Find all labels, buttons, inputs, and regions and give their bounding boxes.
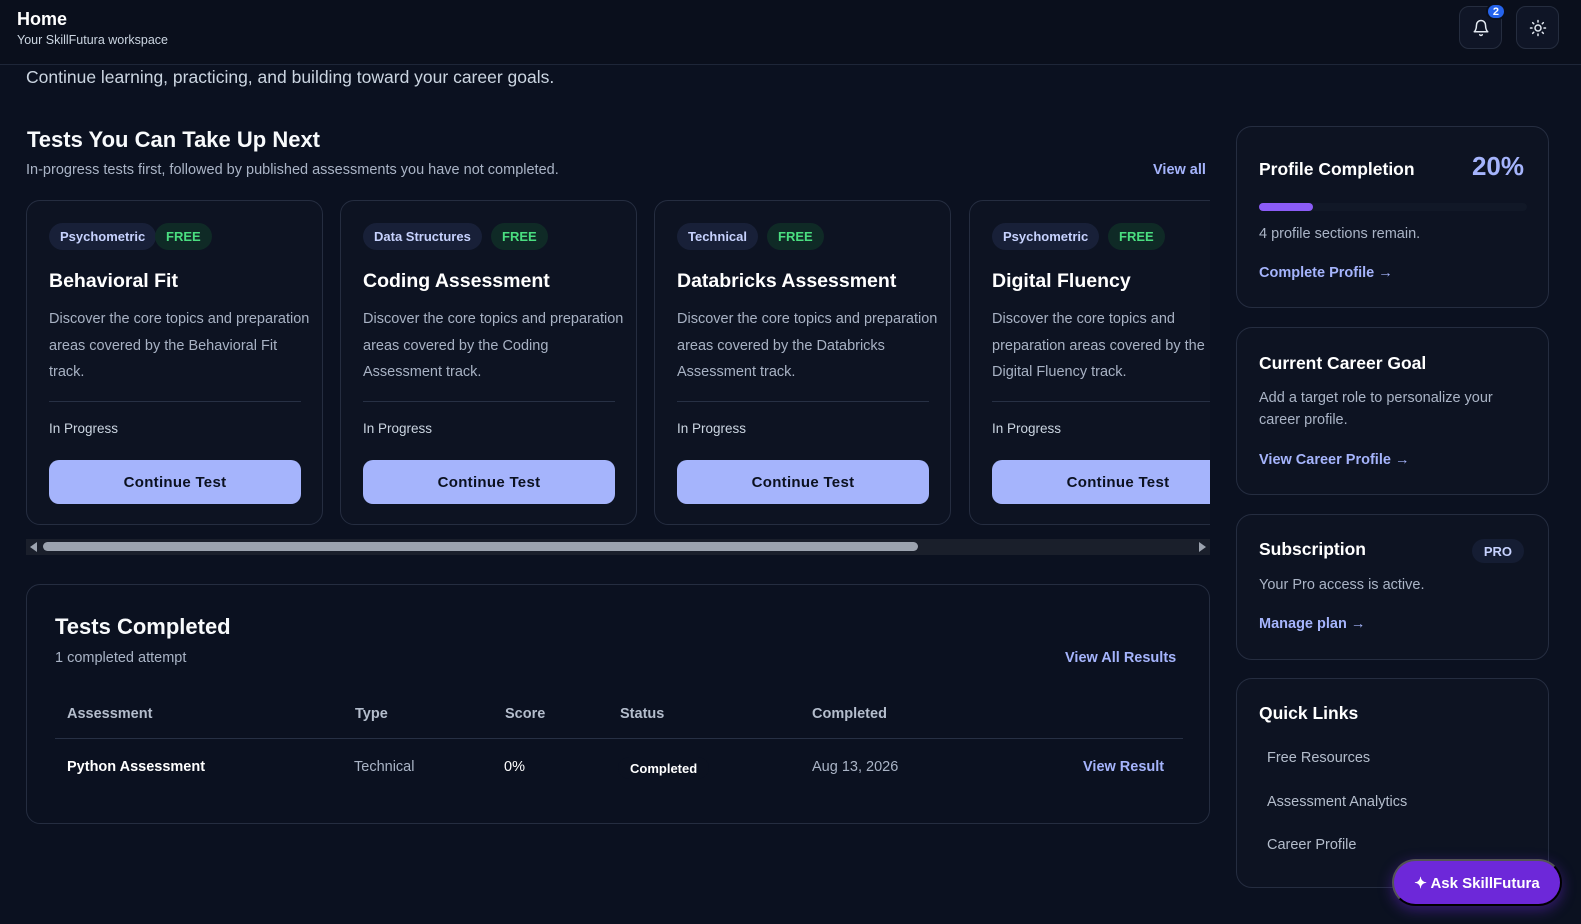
complete-profile-link[interactable]: Complete Profile →: [1259, 265, 1393, 281]
status-badge: Completed: [618, 757, 710, 779]
assessment-type: Technical: [354, 759, 415, 775]
category-tag: Technical: [677, 223, 759, 250]
category-tag: Data Structures: [363, 223, 482, 250]
career-goal-text: Add a target role to personalize your ca…: [1259, 390, 1493, 428]
subscription-title: Subscription: [1259, 539, 1366, 559]
profile-completion-percent: 20%: [1471, 151, 1524, 181]
profile-completion-title: Profile Completion: [1259, 159, 1415, 179]
subscription-panel: Subscription PRO Your Pro access is acti…: [1236, 514, 1549, 660]
test-status: In Progress: [992, 421, 1062, 436]
test-card-description: Discover the core topics and preparation…: [992, 311, 1205, 380]
profile-completion-panel: Profile Completion 20% 4 profile section…: [1236, 126, 1549, 308]
continue-test-button[interactable]: Continue Test: [677, 460, 929, 504]
divider: [49, 401, 301, 402]
ask-skillfutura-button[interactable]: ✦ Ask SkillFutura: [1392, 859, 1562, 906]
view-career-profile-link[interactable]: View Career Profile →: [1259, 452, 1409, 468]
intro-text: Continue learning, practicing, and build…: [26, 67, 555, 87]
top-bar: Home Your SkillFutura workspace 2: [0, 0, 1581, 65]
completed-date: Aug 13, 2026: [812, 759, 899, 775]
theme-toggle-button[interactable]: [1516, 6, 1559, 49]
free-tag: FREE: [491, 223, 548, 250]
category-tag: Psychometric: [992, 223, 1100, 250]
test-card-title: Databricks Assessment: [677, 270, 897, 292]
quick-link-career-profile[interactable]: Career Profile: [1267, 837, 1356, 853]
column-header-score: Score: [505, 706, 546, 722]
divider: [363, 401, 615, 402]
quick-links-title: Quick Links: [1259, 703, 1359, 723]
quick-link-assessment-analytics[interactable]: Assessment Analytics: [1267, 794, 1407, 810]
profile-progress-bar: [1259, 203, 1527, 211]
test-card: Psychometric FREE Digital Fluency Discov…: [969, 200, 1210, 525]
continue-test-button[interactable]: Continue Test: [992, 460, 1210, 504]
test-card: Technical FREE Databricks Assessment Dis…: [654, 200, 951, 525]
continue-test-button[interactable]: Continue Test: [363, 460, 615, 504]
column-header-type: Type: [355, 706, 388, 722]
test-cards-carousel: Psychometric FREE Behavioral Fit Discove…: [26, 200, 1210, 527]
test-card-description: Discover the core topics and preparation…: [49, 311, 310, 380]
page-subtitle: Your SkillFutura workspace: [17, 33, 168, 47]
assessment-score: 0%: [504, 759, 525, 775]
scroll-right-arrow-icon[interactable]: [1199, 542, 1206, 552]
career-goal-panel: Current Career Goal Add a target role to…: [1236, 327, 1549, 495]
test-status: In Progress: [363, 421, 433, 436]
tests-completed-title: Tests Completed: [55, 614, 231, 639]
subscription-status-text: Your Pro access is active.: [1259, 577, 1425, 593]
free-tag: FREE: [155, 223, 212, 250]
horizontal-scrollbar[interactable]: [26, 539, 1210, 555]
scroll-left-arrow-icon[interactable]: [30, 542, 37, 552]
next-tests-title: Tests You Can Take Up Next: [27, 127, 321, 152]
column-header-status: Status: [620, 706, 665, 722]
career-goal-title: Current Career Goal: [1259, 353, 1427, 373]
test-card-description: Discover the core topics and preparation…: [363, 311, 624, 380]
category-tag: Psychometric: [49, 223, 157, 250]
test-card-description: Discover the core topics and preparation…: [677, 311, 938, 380]
divider: [992, 401, 1210, 402]
bell-icon: [1473, 19, 1488, 36]
view-all-results-link[interactable]: View All Results: [1065, 650, 1176, 666]
assessment-name: Python Assessment: [67, 759, 206, 775]
page-title: Home: [17, 9, 68, 29]
test-status: In Progress: [677, 421, 747, 436]
profile-progress-fill: [1259, 203, 1313, 211]
notifications-button[interactable]: 2: [1459, 3, 1506, 49]
view-all-tests-link[interactable]: View all: [1153, 162, 1206, 178]
pro-badge: PRO: [1471, 539, 1524, 563]
quick-links-panel: Quick Links Free Resources Assessment An…: [1236, 678, 1549, 888]
test-card: Data Structures FREE Coding Assessment D…: [340, 200, 637, 525]
table-divider: [55, 738, 1183, 739]
tests-completed-count: 1 completed attempt: [55, 650, 187, 666]
sun-icon: [1529, 19, 1546, 36]
notification-count-badge: 2: [1485, 3, 1506, 20]
next-tests-subtitle: In-progress tests first, followed by pub…: [26, 162, 559, 178]
profile-remaining-text: 4 profile sections remain.: [1259, 226, 1421, 242]
continue-test-button[interactable]: Continue Test: [49, 460, 301, 504]
view-result-link[interactable]: View Result: [1083, 759, 1164, 775]
divider: [677, 401, 929, 402]
free-tag: FREE: [767, 223, 824, 250]
scrollbar-thumb[interactable]: [43, 542, 918, 551]
test-status: In Progress: [49, 421, 119, 436]
test-card-title: Digital Fluency: [992, 270, 1131, 292]
test-card-title: Behavioral Fit: [49, 270, 178, 292]
test-card: Psychometric FREE Behavioral Fit Discove…: [26, 200, 323, 525]
test-card-title: Coding Assessment: [363, 270, 550, 292]
free-tag: FREE: [1108, 223, 1165, 250]
manage-plan-link[interactable]: Manage plan →: [1259, 616, 1365, 632]
column-header-assessment: Assessment: [67, 706, 153, 722]
column-header-completed: Completed: [812, 706, 887, 722]
quick-link-free-resources[interactable]: Free Resources: [1267, 750, 1370, 766]
tests-completed-panel: Tests Completed 1 completed attempt View…: [26, 584, 1210, 824]
